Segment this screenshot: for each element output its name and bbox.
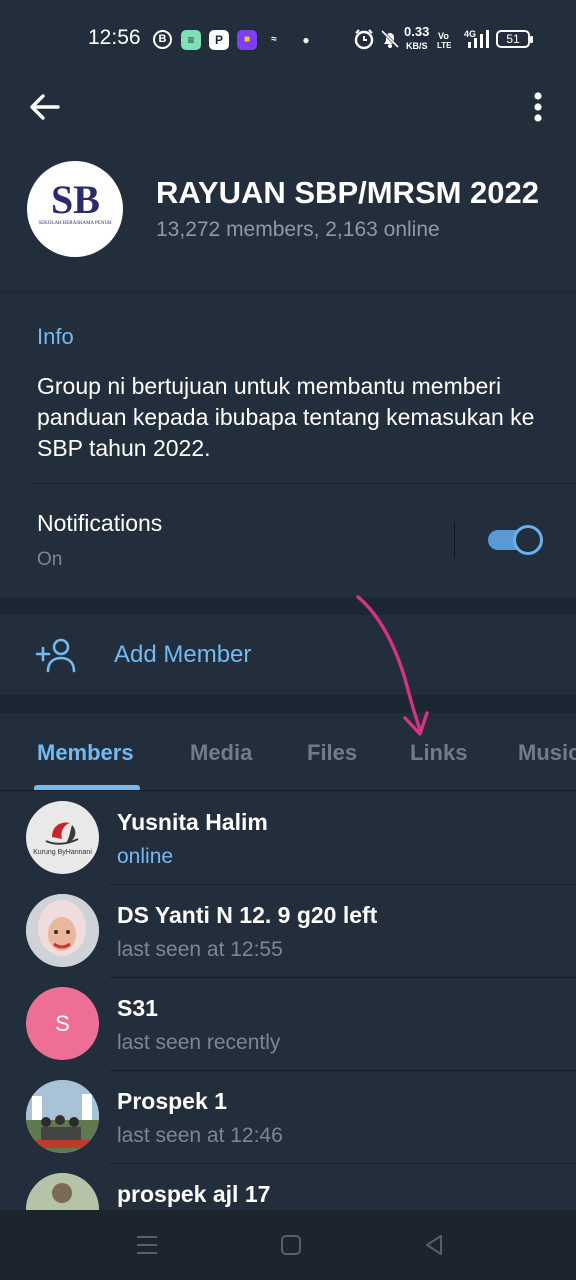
info-section: Info Group ni bertujuan untuk membantu m… [0, 293, 576, 597]
group-title: RAYUAN SBP/MRSM 2022 [156, 175, 540, 210]
member-row[interactable]: Kurung ByHannani Yusnita Halim online [0, 792, 576, 885]
notifications-toggle[interactable] [488, 525, 543, 555]
member-name: DS Yanti N 12. 9 g20 left [117, 902, 378, 928]
shared-content-section: Members Media Files Links Music Kurung B… [0, 713, 576, 1246]
member-status: last seen at 12:55 [117, 938, 283, 961]
back-nav-icon[interactable] [421, 1232, 447, 1258]
member-avatar-caption: Kurung ByHannani [33, 849, 92, 856]
notifications-label: Notifications [37, 510, 163, 536]
member-name: S31 [117, 995, 158, 1021]
dot-icon: ● [302, 33, 310, 47]
home-icon[interactable] [278, 1232, 304, 1258]
member-status: last seen at 12:46 [117, 1124, 283, 1147]
member-initial: S [55, 1011, 70, 1036]
more-vert-icon[interactable] [520, 86, 556, 128]
back-arrow-icon[interactable] [24, 86, 66, 128]
divider [32, 483, 576, 484]
profile-header: SB SEKOLAH BERASRAMA PENUH RAYUAN SBP/MR… [0, 78, 576, 292]
system-nav-bar [0, 1210, 576, 1280]
member-row[interactable]: S S31 last seen recently [0, 978, 576, 1071]
member-avatar: S [26, 987, 99, 1060]
group-avatar[interactable]: SB SEKOLAH BERASRAMA PENUH [27, 161, 123, 257]
volte-bottom: LTE [437, 41, 452, 50]
avatar-monogram: SB [51, 177, 100, 221]
member-status: last seen recently [117, 1031, 281, 1054]
recent-apps-icon[interactable] [134, 1232, 160, 1258]
member-name: Prospek 1 [117, 1088, 227, 1114]
member-status: online [117, 845, 174, 868]
status-bar: 12:56 B ≡ P ■ ≈ ● 0.33 KB/S Vo LTE 4G 51 [0, 0, 576, 78]
person-photo-icon [26, 894, 99, 967]
avatar-caption: SEKOLAH BERASRAMA PENUH [38, 221, 112, 226]
member-avatar: Kurung ByHannani [26, 801, 99, 874]
p-app-icon: P [209, 30, 229, 50]
member-row[interactable]: DS Yanti N 12. 9 g20 left last seen at 1… [0, 885, 576, 978]
status-time: 12:56 [88, 26, 141, 49]
member-avatar [26, 1080, 99, 1153]
notifications-separator [454, 522, 455, 558]
notifications-value: On [37, 549, 63, 570]
sbp-logo-icon: SB [51, 177, 100, 221]
calculator-app-icon: ≡ [181, 30, 201, 50]
add-person-icon [35, 638, 76, 673]
info-heading: Info [37, 324, 74, 349]
toggle-knob [513, 525, 543, 555]
active-tab-indicator [34, 785, 140, 790]
alarm-icon [354, 29, 374, 50]
shop-app-icon: ■ [237, 30, 257, 50]
member-row[interactable]: Prospek 1 last seen at 12:46 [0, 1071, 576, 1164]
member-name: prospek ajl 17 [117, 1181, 271, 1207]
tab-media[interactable]: Media [190, 740, 252, 766]
net-speed-value: 0.33 [404, 24, 430, 39]
member-avatar [26, 894, 99, 967]
wave-app-icon: ≈ [271, 34, 277, 45]
kurung-logo-icon [45, 822, 79, 845]
signal-icon [468, 30, 489, 48]
group-photo-icon [26, 1080, 99, 1153]
tab-files[interactable]: Files [307, 740, 357, 766]
b-app-icon: B [153, 30, 172, 49]
tab-links[interactable]: Links [410, 740, 467, 766]
member-name: Yusnita Halim [117, 809, 268, 835]
tab-music[interactable]: Music [518, 740, 576, 766]
add-member-label: Add Member [114, 641, 252, 668]
battery-indicator: 51 [496, 30, 533, 48]
tab-bar: Members Media Files Links Music [0, 713, 576, 791]
tab-members[interactable]: Members [37, 740, 134, 766]
net-speed-unit: KB/S [406, 41, 428, 51]
group-member-count: 13,272 members, 2,163 online [156, 218, 440, 241]
add-member-button[interactable]: Add Member [0, 615, 576, 695]
group-description: Group ni bertujuan untuk membantu member… [37, 373, 535, 461]
mute-bell-icon [380, 29, 400, 49]
